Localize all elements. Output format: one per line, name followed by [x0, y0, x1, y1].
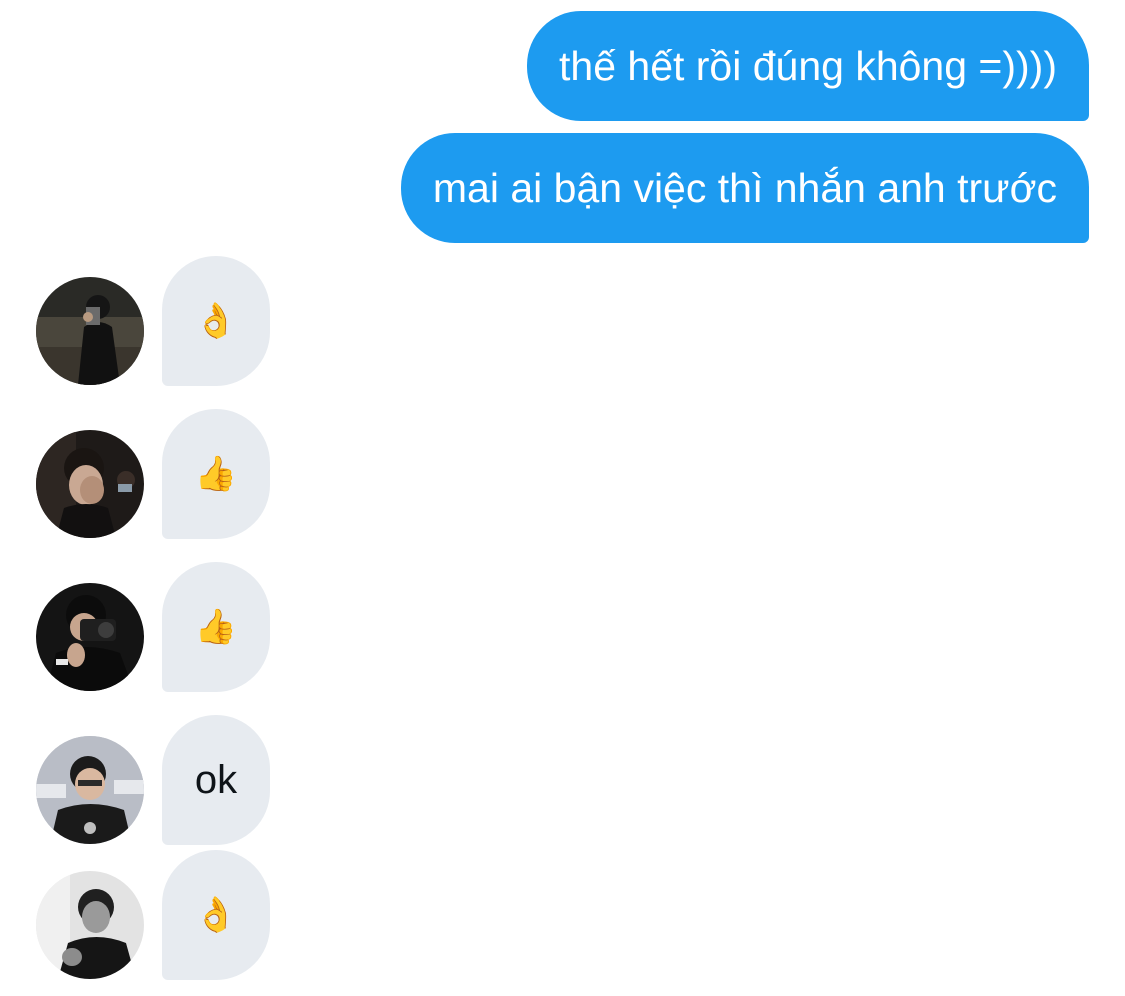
avatar[interactable] [36, 430, 144, 538]
avatar-image [36, 871, 144, 979]
avatar-image [36, 736, 144, 844]
thumbs-up-emoji: 👍 [194, 454, 238, 494]
avatar[interactable] [36, 277, 144, 385]
thumbs-up-emoji: 👍 [194, 607, 238, 647]
avatar[interactable] [36, 736, 144, 844]
avatar[interactable] [36, 871, 144, 979]
outgoing-message-text: thế hết rồi đúng không =)))) [559, 43, 1057, 89]
ok-hand-emoji: 👌 [194, 301, 238, 341]
incoming-message-bubble[interactable]: 👌 [162, 850, 270, 980]
avatar[interactable] [36, 583, 144, 691]
outgoing-message-text: mai ai bận việc thì nhắn anh trước [432, 165, 1057, 211]
outgoing-message-bubble[interactable]: thế hết rồi đúng không =)))) [527, 11, 1089, 121]
incoming-message-bubble[interactable]: 👍 [162, 562, 270, 692]
avatar-image [36, 277, 144, 385]
ok-hand-emoji: 👌 [194, 895, 238, 935]
outgoing-message-bubble[interactable]: mai ai bận việc thì nhắn anh trước [400, 133, 1089, 243]
incoming-message-bubble[interactable]: ok [162, 715, 270, 845]
incoming-message-bubble[interactable]: 👍 [162, 409, 270, 539]
avatar-image [36, 430, 144, 538]
incoming-message-text: ok [194, 757, 238, 802]
avatar-image [36, 583, 144, 691]
incoming-message-bubble[interactable]: 👌 [162, 256, 270, 386]
